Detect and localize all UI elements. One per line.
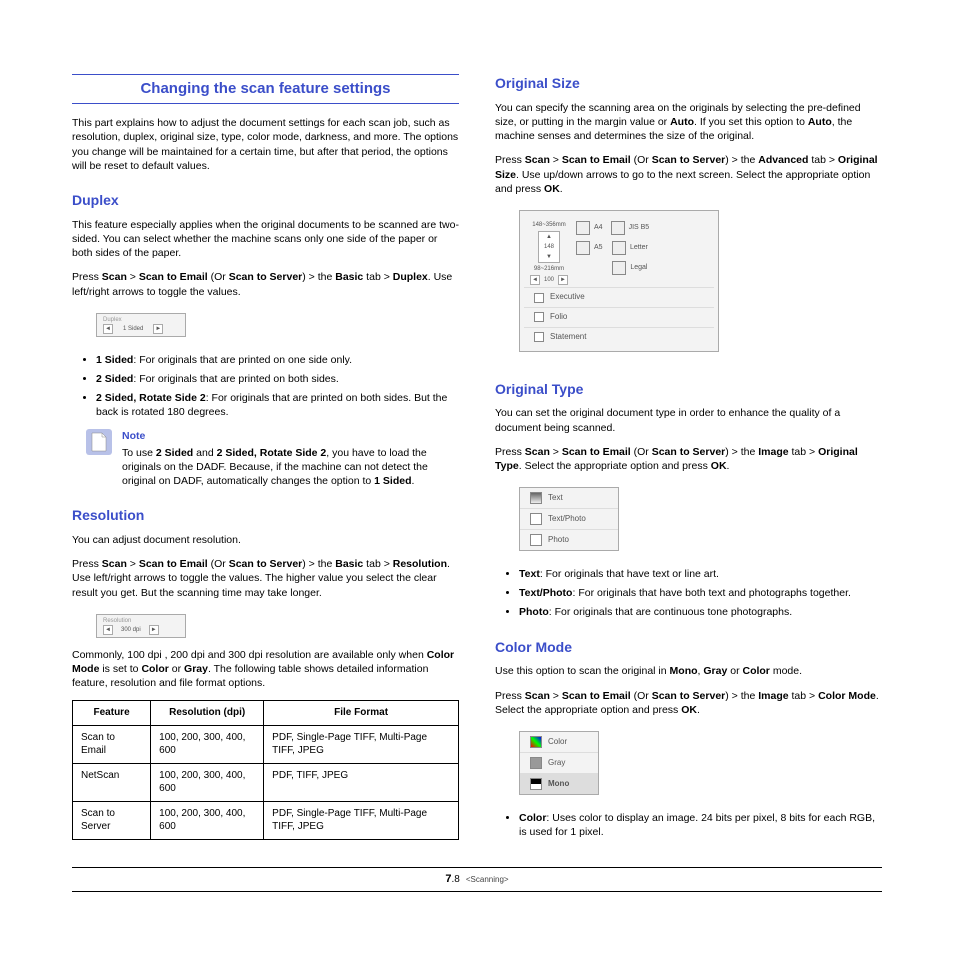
duplex-heading: Duplex [72, 191, 459, 210]
note-icon [86, 429, 112, 455]
color-mode-options: Color: Uses color to display an image. 2… [507, 811, 882, 839]
color-mode-desc: Use this option to scan the original in … [495, 664, 882, 678]
resolution-screenshot: Resolution ◄300 dpi► [96, 614, 186, 638]
duplex-desc: This feature especially applies when the… [72, 218, 459, 261]
resolution-table: FeatureResolution (dpi)File Format Scan … [72, 700, 459, 840]
original-type-path: Press Scan > Scan to Email (Or Scan to S… [495, 445, 882, 473]
duplex-options: 1 Sided: For originals that are printed … [84, 353, 459, 420]
color-mode-heading: Color Mode [495, 638, 882, 657]
resolution-desc: You can adjust document resolution. [72, 533, 459, 547]
resolution-note: Commonly, 100 dpi , 200 dpi and 300 dpi … [72, 648, 459, 691]
note-box: Note To use 2 Sided and 2 Sided, Rotate … [86, 429, 459, 488]
main-heading: Changing the scan feature settings [72, 74, 459, 104]
original-size-heading: Original Size [495, 74, 882, 93]
resolution-heading: Resolution [72, 506, 459, 525]
page-footer: 7.8<Scanning> [72, 867, 882, 892]
original-size-desc: You can specify the scanning area on the… [495, 101, 882, 144]
resolution-path: Press Scan > Scan to Email (Or Scan to S… [72, 557, 459, 600]
color-mode-screenshot: Color Gray Mono [519, 731, 599, 795]
original-type-heading: Original Type [495, 380, 882, 399]
original-size-path: Press Scan > Scan to Email (Or Scan to S… [495, 153, 882, 196]
original-type-desc: You can set the original document type i… [495, 406, 882, 434]
right-column: Original Size You can specify the scanni… [495, 60, 882, 849]
duplex-screenshot: Duplex ◄1 Sided► [96, 313, 186, 337]
duplex-path: Press Scan > Scan to Email (Or Scan to S… [72, 270, 459, 298]
intro-text: This part explains how to adjust the doc… [72, 116, 459, 173]
original-type-options: Text: For originals that have text or li… [507, 567, 882, 620]
original-size-screenshot: 148~356mm ▲148▼ 98~216mm ◄100► A4 A5 JIS… [519, 210, 719, 352]
left-column: Changing the scan feature settings This … [72, 60, 459, 849]
color-mode-path: Press Scan > Scan to Email (Or Scan to S… [495, 689, 882, 717]
original-type-screenshot: Text Text/Photo Photo [519, 487, 619, 551]
